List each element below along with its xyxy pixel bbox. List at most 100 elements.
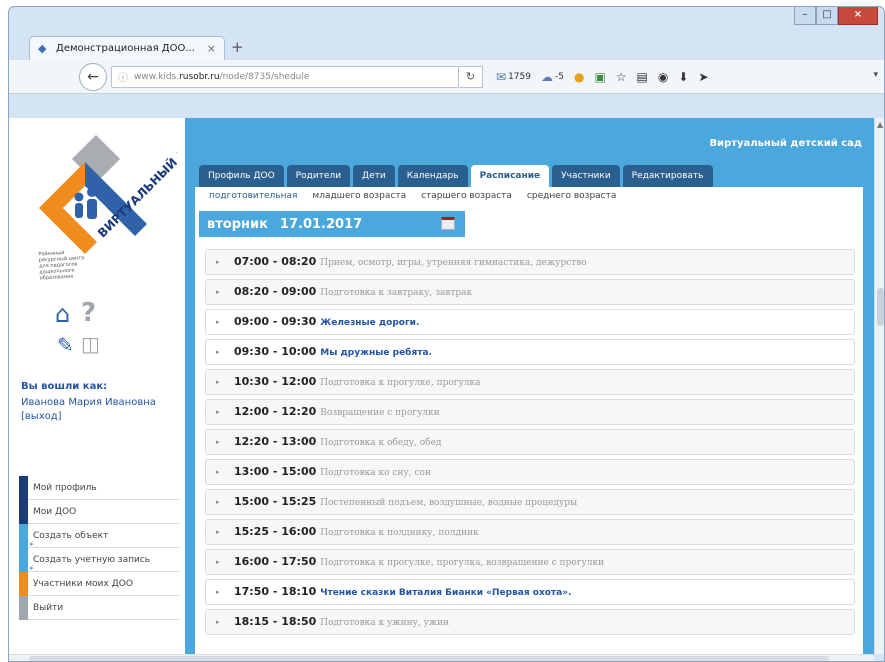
tab-calendar[interactable]: Календарь [397,165,468,187]
tab-members[interactable]: Участники [552,165,620,187]
slot-time: 09:30 - 10:00 [234,345,317,358]
subtab-junior[interactable]: младшего возраста [312,191,406,201]
expand-arrow-icon[interactable]: ▸ [216,550,220,574]
minimize-button[interactable]: – [794,7,816,25]
schedule-row[interactable]: ▸ 12:00 - 12:20 Возвращение с прогулки [205,399,855,425]
tab-children[interactable]: Дети [353,165,395,187]
schedule-row[interactable]: ▸ 16:00 - 17:50 Подготовка к прогулке, про… [205,549,855,575]
menu-item-create-account[interactable]: ▸ Создать учетную запись [19,548,179,572]
browser-window: ◆ Демонстрационная ДОО... × + – □ × ← ⓘ … [8,6,885,662]
schedule-row[interactable]: ▸ 08:20 - 09:00 Подготовка к завтраку, зав… [205,279,855,305]
edit-icon[interactable]: ✎ [57,333,74,357]
expand-arrow-icon[interactable]: ▸ [216,280,220,304]
tab-profile[interactable]: Профиль ДОО [199,165,284,187]
menu-item-my-doo[interactable]: Мои ДОО [19,500,179,524]
scrollbar-thumb[interactable] [29,656,829,661]
database-icon[interactable]: ◫ [81,332,100,356]
extension-icon[interactable]: ● [574,70,584,84]
slot-desc-link[interactable]: Железные дороги. [320,318,419,328]
address-bar[interactable]: ⓘ www.kids. rusobr.ru/node/8735/shedule [111,65,459,88]
user-name[interactable]: Иванова Мария Ивановна [21,396,181,410]
scrollbar-thumb[interactable] [877,288,884,326]
site-title: Виртуальный детский сад [709,138,862,149]
menu-item-label: Создать учетную запись [33,555,151,565]
menu-item-profile[interactable]: Мой профиль [19,476,179,500]
horizontal-scrollbar[interactable] [9,654,874,661]
maximize-button[interactable]: □ [816,7,838,25]
expand-arrow-icon[interactable]: ▸ [216,340,220,364]
slot-time: 15:25 - 16:00 [234,525,317,538]
title-bar: ◆ Демонстрационная ДОО... × + – □ × [9,7,884,60]
expand-arrow-icon[interactable]: ▸ [216,310,220,334]
mail-count: 1759 [508,71,531,82]
expand-arrow-icon[interactable]: ▸ [216,370,220,394]
mail-icon[interactable]: ✉ [496,70,506,84]
tab-edit[interactable]: Редактировать [622,165,713,187]
scroll-up-icon[interactable]: ▲ [877,120,883,129]
clipboard-icon[interactable]: ▤ [637,70,648,84]
vertical-scrollbar[interactable]: ▲ [874,118,884,654]
slot-time: 07:00 - 08:20 [234,255,317,268]
schedule-row[interactable]: ▸ 07:00 - 08:20 Прием, осмотр, игры, утрен… [205,249,855,275]
schedule-row[interactable]: ▸ 09:00 - 09:30 Железные дороги. [205,309,855,335]
expand-arrow-icon[interactable]: ▸ [216,460,220,484]
expand-arrow-icon[interactable]: ▸ [216,430,220,454]
subtab-preparatory[interactable]: подготовительная [209,191,297,201]
schedule-row[interactable]: ▸ 12:20 - 13:00 Подготовка к обеду, обед [205,429,855,455]
schedule-list: ▸ 07:00 - 08:20 Прием, осмотр, игры, утрен… [205,249,855,639]
schedule-row[interactable]: ▸ 15:25 - 16:00 Подготовка к полднику, пол… [205,519,855,545]
logout-link[interactable]: [выход] [21,410,181,424]
slot-desc-link[interactable]: Чтение сказки Виталия Бианки «Первая охо… [320,588,571,598]
download-icon[interactable]: ⬇ [678,70,688,84]
send-icon[interactable]: ➤ [698,70,708,84]
schedule-panel: подготовительная младшего возраста старш… [195,187,863,654]
expand-arrow-icon[interactable]: ▸ [216,490,220,514]
weekday-label: вторник [207,216,268,232]
readlist-icon[interactable]: ▣ [594,70,605,84]
menu-item-exit[interactable]: Выйти [19,596,179,620]
slot-desc: Подготовка к завтраку, завтрак [320,288,473,298]
weather-value: -5 [554,71,564,82]
calendar-icon[interactable] [441,217,455,230]
menu-color-bar [19,596,28,620]
tab-schedule[interactable]: Расписание [470,165,550,187]
back-arrow-icon[interactable]: ← [79,62,107,91]
pocket-icon[interactable]: ◉ [658,70,668,84]
day-header: вторник 17.01.2017 [199,211,465,237]
reload-icon[interactable]: ↻ [459,65,483,88]
expand-arrow-icon[interactable]: ▸ [216,400,220,424]
slot-time: 17:50 - 18:10 [234,585,317,598]
close-window-button[interactable]: × [838,7,878,25]
menu-color-bar [19,572,28,596]
weather-icon[interactable]: ☁ [541,70,553,84]
menu-color-bar [19,524,28,548]
help-icon[interactable]: ? [81,298,96,328]
expand-arrow-icon[interactable]: ▸ [216,580,220,604]
browser-tab[interactable]: ◆ Демонстрационная ДОО... × [29,36,225,60]
schedule-row[interactable]: ▸ 13:00 - 15:00 Подготовка ко сну, сон [205,459,855,485]
home-icon[interactable]: ⌂ [55,300,70,328]
bookmark-star-icon[interactable]: ☆ [616,70,627,84]
left-sidebar: ВИРТУАЛЬНЫЙ ДЕТСКИЙ САД Районный ресурсн… [9,118,185,654]
expand-arrow-icon[interactable]: ▸ [216,610,220,634]
schedule-row[interactable]: ▸ 10:30 - 12:00 Подготовка к прогулке, про… [205,369,855,395]
schedule-row[interactable]: ▸ 09:30 - 10:00 Мы дружные ребята. [205,339,855,365]
tab-close-icon[interactable]: × [207,42,216,55]
schedule-row[interactable]: ▸ 17:50 - 18:10 Чтение сказки Виталия Биан… [205,579,855,605]
expand-arrow-icon[interactable]: ▸ [216,250,220,274]
slot-desc: Подготовка ко сну, сон [320,468,431,478]
user-menu: Мой профиль Мои ДОО ▸ Создать объект ▸ Соз… [19,476,179,620]
overflow-menu-icon[interactable]: ▾ [873,70,878,80]
expand-arrow-icon[interactable]: ▸ [216,520,220,544]
slot-desc-link[interactable]: Мы дружные ребята. [320,348,432,358]
info-icon[interactable]: ⓘ [118,69,128,84]
new-tab-button[interactable]: + [231,38,244,56]
menu-item-members[interactable]: Участники моих ДОО [19,572,179,596]
subtab-senior[interactable]: старшего возраста [421,191,512,201]
schedule-row[interactable]: ▸ 18:15 - 18:50 Подготовка к ужину, ужин [205,609,855,635]
schedule-row[interactable]: ▸ 15:00 - 15:25 Постепенный подъем, воздуш… [205,489,855,515]
subtab-middle[interactable]: среднего возраста [527,191,616,201]
url-host: rusobr.ru [179,71,220,82]
menu-item-create-object[interactable]: ▸ Создать объект [19,524,179,548]
tab-parents[interactable]: Родители [286,165,351,187]
